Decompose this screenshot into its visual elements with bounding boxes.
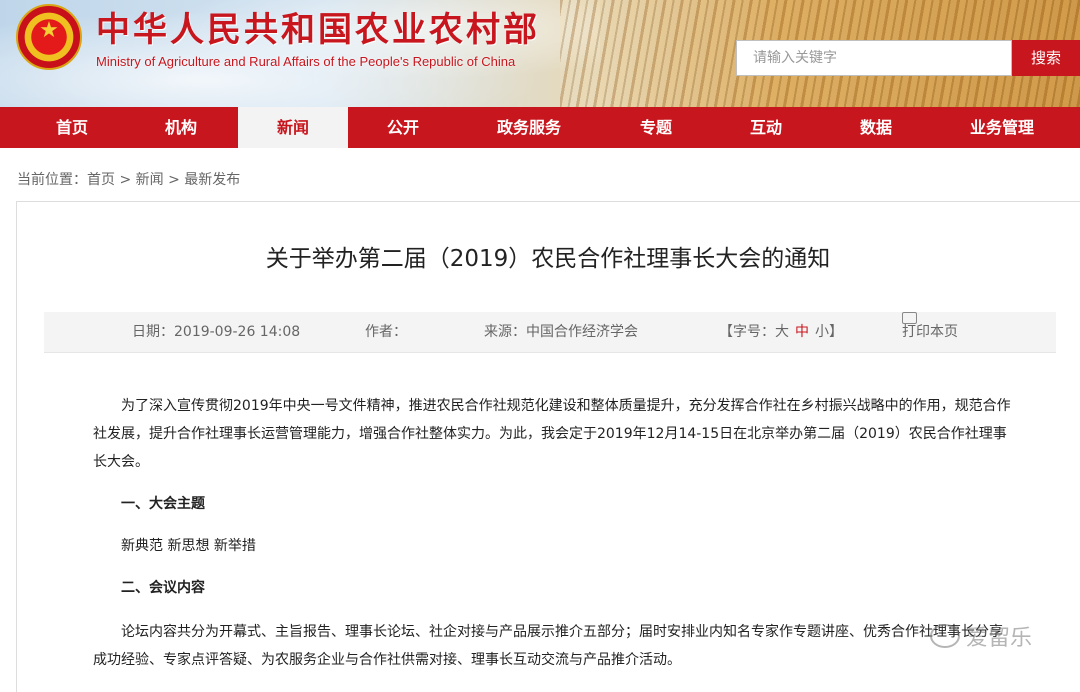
print-button[interactable]: 打印本页 — [902, 312, 958, 352]
font-size-large-button[interactable]: 大 — [775, 324, 789, 340]
site-header: ★ 中华人民共和国农业农村部 Ministry of Agriculture a… — [0, 0, 1080, 107]
section-heading-content: 二、会议内容 — [121, 580, 205, 596]
article-paragraph-intro: 为了深入宣传贯彻2019年中央一号文件精神，推进农民合作社规范化建设和整体质量提… — [93, 398, 1011, 470]
breadcrumb-current[interactable]: 最新发布 — [184, 170, 240, 190]
article-date: 日期：2019-09-26 14:08 — [132, 324, 301, 340]
nav-item-news[interactable]: 新闻 — [238, 107, 348, 148]
nav-item-public[interactable]: 公开 — [352, 107, 454, 148]
breadcrumb-link-home[interactable]: 首页 — [87, 170, 115, 190]
watermark: 爱留乐 — [930, 624, 1032, 654]
breadcrumb-separator: > — [115, 172, 136, 188]
nav-item-topics[interactable]: 专题 — [606, 107, 706, 148]
breadcrumb: 当前位置：首页 > 新闻 > 最新发布 — [17, 170, 240, 190]
article-theme-text: 新典范 新思想 新举措 — [121, 538, 256, 554]
nav-item-business[interactable]: 业务管理 — [944, 107, 1060, 148]
nav-item-home[interactable]: 首页 — [21, 107, 123, 148]
article-source: 来源：中国合作经济学会 — [484, 324, 638, 340]
font-size-small-button[interactable]: 小 — [815, 324, 829, 340]
nav-item-services[interactable]: 政务服务 — [470, 107, 588, 148]
font-size-label: 【字号： — [719, 324, 775, 340]
article-author: 作者： — [365, 324, 407, 340]
national-emblem-icon[interactable]: ★ — [16, 4, 82, 70]
section-heading-theme: 一、大会主题 — [121, 496, 205, 512]
search-input[interactable]: 请输入关键字 — [736, 40, 1012, 76]
nav-item-interaction[interactable]: 互动 — [715, 107, 817, 148]
article-paragraph-content: 论坛内容共分为开幕式、主旨报告、理事长论坛、社企对接与产品展示推介五部分；届时安… — [93, 624, 1003, 668]
nav-item-data[interactable]: 数据 — [825, 107, 927, 148]
font-size-close: 】 — [829, 324, 843, 340]
search-button[interactable]: 搜索 — [1012, 40, 1080, 76]
print-label: 打印本页 — [902, 324, 958, 340]
site-subtitle-en: Ministry of Agriculture and Rural Affair… — [96, 54, 516, 69]
article-title: 关于举办第二届（2019）农民合作社理事长大会的通知 — [265, 246, 831, 272]
font-size-control: 【字号：大中小】 — [719, 312, 843, 352]
breadcrumb-separator: > — [163, 172, 185, 188]
printer-icon — [902, 312, 917, 324]
site-title[interactable]: 中华人民共和国农业农村部 — [96, 8, 540, 52]
breadcrumb-link-news[interactable]: 新闻 — [136, 170, 164, 190]
article-meta-bar: 日期：2019-09-26 14:08 作者： 来源：中国合作经济学会 【字号：… — [44, 312, 1056, 353]
nav-item-organization[interactable]: 机构 — [130, 107, 232, 148]
wechat-logo-icon — [930, 624, 960, 648]
watermark-text: 爱留乐 — [966, 626, 1033, 651]
font-size-medium-button[interactable]: 中 — [795, 324, 809, 340]
main-nav: 首页 机构 新闻 公开 政务服务 专题 互动 数据 业务管理 — [0, 107, 1080, 148]
breadcrumb-prefix: 当前位置： — [17, 172, 87, 188]
